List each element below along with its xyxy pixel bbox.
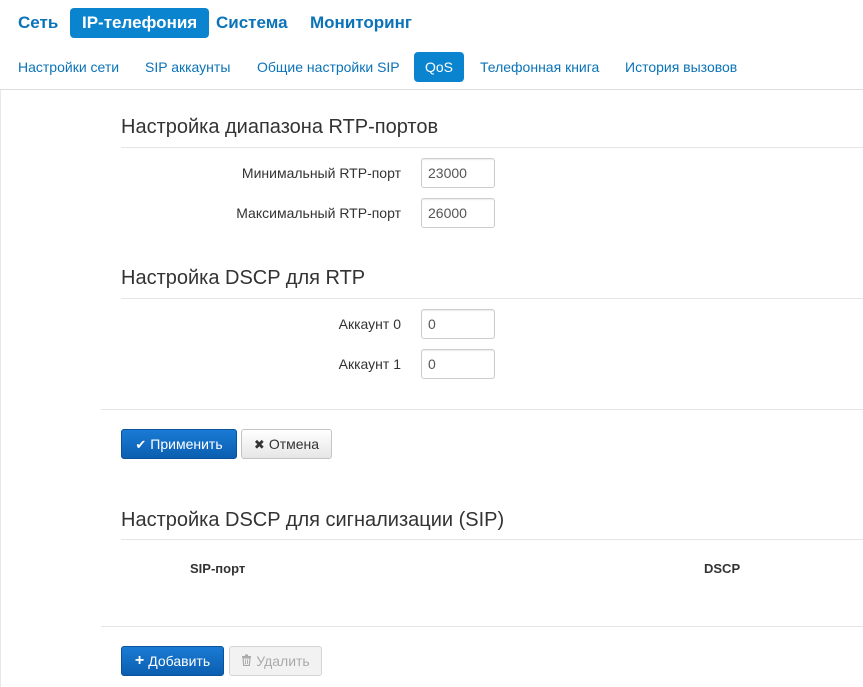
actions-divider bbox=[101, 409, 863, 410]
dscp-rtp-divider bbox=[121, 298, 863, 299]
dscp-sip-title: Настройка DSCP для сигнализации (SIP) bbox=[121, 509, 505, 531]
plus-icon: + bbox=[134, 652, 145, 669]
max-rtp-port-label: Максимальный RTP-порт bbox=[236, 205, 401, 221]
account1-dscp-input[interactable] bbox=[421, 349, 495, 379]
top-navigation: Сеть IP-телефония Система Мониторинг bbox=[0, 0, 863, 46]
subnav-item-call-history[interactable]: История вызовов bbox=[615, 52, 747, 82]
subnav-item-general-sip[interactable]: Общие настройки SIP bbox=[247, 52, 410, 82]
dscp-sip-divider bbox=[121, 539, 863, 540]
check-icon: ✔ bbox=[135, 436, 147, 452]
subnav-item-qos[interactable]: QoS bbox=[414, 52, 465, 82]
subnav-item-network-settings[interactable]: Настройки сети bbox=[8, 52, 129, 82]
add-button[interactable]: + Добавить bbox=[121, 646, 224, 676]
topnav-item-network[interactable]: Сеть bbox=[8, 8, 68, 38]
times-icon: ✖ bbox=[253, 436, 265, 452]
subnav-item-phonebook[interactable]: Телефонная книга bbox=[470, 52, 609, 82]
max-rtp-port-input[interactable] bbox=[421, 198, 495, 228]
rtp-ports-divider bbox=[121, 147, 863, 148]
account1-label: Аккаунт 1 bbox=[338, 356, 401, 372]
apply-button[interactable]: ✔ Применить bbox=[121, 429, 237, 459]
delete-button-label: Удалить bbox=[256, 653, 310, 669]
left-border bbox=[0, 90, 1, 687]
trash-icon bbox=[241, 654, 252, 668]
dscp-rtp-title: Настройка DSCP для RTP bbox=[121, 267, 366, 289]
rtp-ports-title: Настройка диапазона RTP-портов bbox=[121, 116, 439, 138]
column-header-dscp: DSCP bbox=[704, 561, 741, 576]
subnav-item-sip-accounts[interactable]: SIP аккаунты bbox=[135, 52, 240, 82]
topnav-item-monitoring[interactable]: Мониторинг bbox=[300, 8, 422, 38]
sub-navigation: Настройки сети SIP аккаунты Общие настро… bbox=[0, 46, 863, 90]
column-header-sip-port: SIP-порт bbox=[190, 561, 246, 576]
add-button-label: Добавить bbox=[148, 653, 211, 669]
topnav-item-ip-telephony[interactable]: IP-телефония bbox=[70, 8, 210, 38]
topnav-item-system[interactable]: Система bbox=[206, 8, 298, 38]
account0-label: Аккаунт 0 bbox=[338, 316, 401, 332]
cancel-button-label: Отмена bbox=[268, 436, 320, 452]
account0-dscp-input[interactable] bbox=[421, 309, 495, 339]
delete-button[interactable]: Удалить bbox=[229, 646, 322, 676]
min-rtp-port-input[interactable] bbox=[421, 158, 495, 188]
table-bottom-divider bbox=[101, 626, 863, 627]
apply-button-label: Применить bbox=[150, 436, 223, 452]
cancel-button[interactable]: ✖ Отмена bbox=[241, 429, 332, 459]
min-rtp-port-label: Минимальный RTP-порт bbox=[241, 165, 401, 181]
